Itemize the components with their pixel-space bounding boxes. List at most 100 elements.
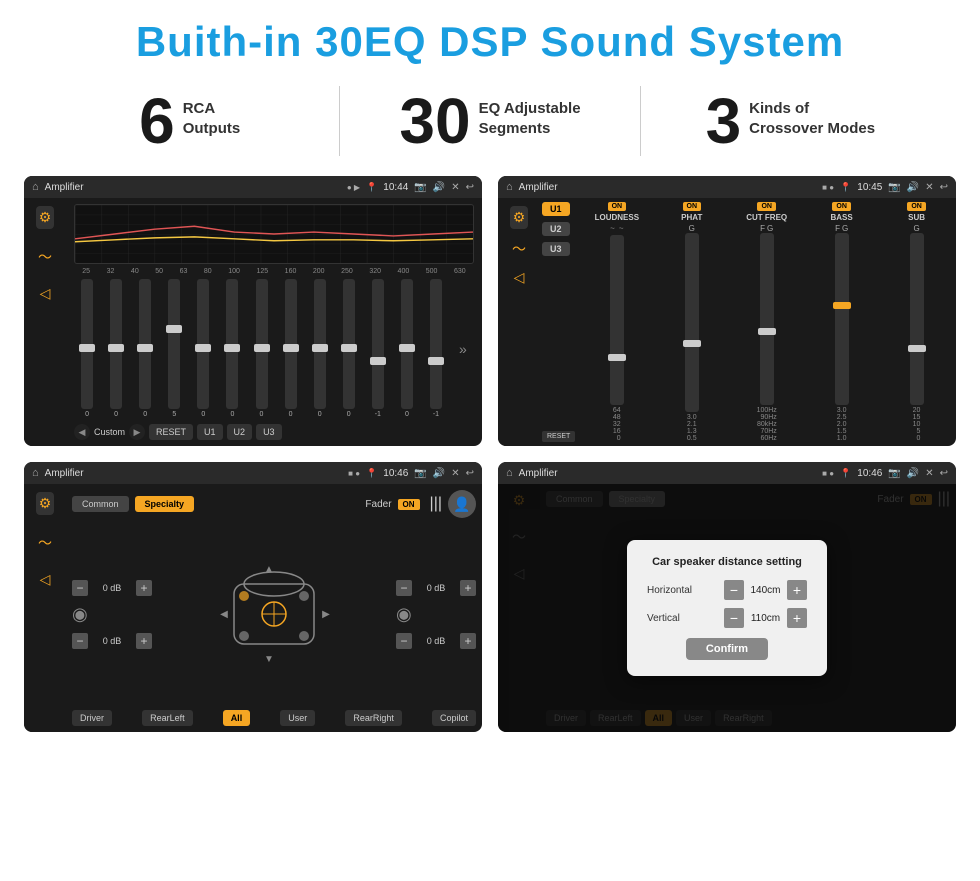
common-mode-button[interactable]: Common xyxy=(72,496,129,512)
pin-icon-1: 📍 xyxy=(366,182,377,193)
ch-label-sub: SUB xyxy=(908,213,925,222)
home-icon-3[interactable]: ⌂ xyxy=(32,467,39,479)
next-preset-button[interactable]: ▶ xyxy=(129,424,145,440)
all-button[interactable]: All xyxy=(223,710,251,726)
db-plus-fr[interactable]: + xyxy=(460,580,476,596)
speaker-icon[interactable]: ◁ xyxy=(40,285,51,302)
db-minus-rl[interactable]: − xyxy=(72,633,88,649)
x-icon-1[interactable]: ✕ xyxy=(451,182,459,193)
wave-icon[interactable]: 〜 xyxy=(38,247,52,267)
rearleft-button[interactable]: RearLeft xyxy=(142,710,193,726)
stat-number-eq: 30 xyxy=(399,89,470,153)
dialog-screen-content: ⚙ 〜 ◁ Common Specialty Fader ON ||| xyxy=(498,484,956,732)
db-plus-rr[interactable]: + xyxy=(460,633,476,649)
wave-icon-2[interactable]: 〜 xyxy=(512,239,526,259)
sub-slider[interactable] xyxy=(910,233,924,405)
x-icon-3[interactable]: ✕ xyxy=(451,468,459,479)
vertical-value: 110cm xyxy=(748,613,783,624)
page-header: Buith-in 30EQ DSP Sound System xyxy=(0,0,980,76)
fader-sidebar: ⚙ 〜 ◁ xyxy=(24,484,66,732)
specialty-mode-button[interactable]: Specialty xyxy=(135,496,195,512)
db-val-fr: 0 dB xyxy=(416,583,456,593)
u3-button-xover[interactable]: U3 xyxy=(542,242,570,256)
eq-slider-11: -1 xyxy=(372,279,384,418)
on-badge-sub: ON xyxy=(907,202,926,211)
fader-left-panel: − 0 dB + ◉ − 0 dB + xyxy=(72,580,152,649)
camera-icon-2: 📷 xyxy=(888,182,900,193)
home-icon-1[interactable]: ⌂ xyxy=(32,181,39,193)
back-icon-3[interactable]: ↩ xyxy=(466,468,474,479)
phat-slider[interactable] xyxy=(685,233,699,412)
eq-slider-13: -1 xyxy=(430,279,442,418)
eq-icon-3[interactable]: ⚙ xyxy=(36,492,55,515)
eq-icon[interactable]: ⚙ xyxy=(36,206,55,229)
screen-eq: ⌂ Amplifier ● ▶ 📍 10:44 📷 🔊 ✕ ↩ ⚙ 〜 ◁ xyxy=(24,176,482,446)
bass-slider[interactable] xyxy=(835,233,849,405)
u2-button-1[interactable]: U2 xyxy=(227,424,253,440)
eq-content: ⚙ 〜 ◁ xyxy=(24,198,482,446)
speaker-icon-3[interactable]: ◁ xyxy=(40,571,51,588)
eq-slider-4: 5 xyxy=(168,279,180,418)
vertical-minus-button[interactable]: − xyxy=(724,608,744,628)
screen-dialog: ⌂ Amplifier ■ ● 📍 10:46 📷 🔊 ✕ ↩ ⚙ 〜 ◁ Co… xyxy=(498,462,956,732)
back-icon-4[interactable]: ↩ xyxy=(940,468,948,479)
app-title-1: Amplifier xyxy=(45,182,341,193)
eq-icon-2[interactable]: ⚙ xyxy=(510,206,529,229)
camera-icon-3: 📷 xyxy=(414,468,426,479)
crossover-main: ON LOUDNESS ~~ 64 48 32 16 0 xyxy=(577,198,956,446)
db-minus-rr[interactable]: − xyxy=(396,633,412,649)
rearright-button[interactable]: RearRight xyxy=(345,710,402,726)
home-icon-2[interactable]: ⌂ xyxy=(506,181,513,193)
crossover-content: ⚙ 〜 ◁ U1 U2 U3 RESET ON LOUDNESS ~~ xyxy=(498,198,956,446)
home-icon-4[interactable]: ⌂ xyxy=(506,467,513,479)
db-control-fr: − 0 dB + xyxy=(396,580,476,596)
driver-button[interactable]: Driver xyxy=(72,710,112,726)
on-badge-cutfreq: ON xyxy=(757,202,776,211)
svg-text:▼: ▼ xyxy=(264,654,274,665)
u3-button-1[interactable]: U3 xyxy=(256,424,282,440)
stat-rca: 6 RCAOutputs xyxy=(60,89,319,153)
eq-sliders-area: 0 0 0 5 0 xyxy=(74,279,474,418)
db-plus-fl[interactable]: + xyxy=(136,580,152,596)
db-minus-fl[interactable]: − xyxy=(72,580,88,596)
expand-icon[interactable]: » xyxy=(459,279,467,418)
page-title: Buith-in 30EQ DSP Sound System xyxy=(20,18,960,66)
stat-eq: 30 EQ AdjustableSegments xyxy=(360,89,619,153)
fader-on-toggle[interactable]: ON xyxy=(398,499,420,510)
avatar-button[interactable]: 👤 xyxy=(448,490,476,518)
user-button[interactable]: User xyxy=(280,710,315,726)
fader-bottom-bar: Driver RearLeft All User RearRight Copil… xyxy=(72,710,476,726)
horizontal-plus-button[interactable]: + xyxy=(787,580,807,600)
x-icon-4[interactable]: ✕ xyxy=(925,468,933,479)
fader-right-panel: − 0 dB + ◉ − 0 dB + xyxy=(396,580,476,649)
vertical-plus-button[interactable]: + xyxy=(787,608,807,628)
u1-button-1[interactable]: U1 xyxy=(197,424,223,440)
loudness-slider[interactable] xyxy=(610,235,624,405)
app-title-4: Amplifier xyxy=(519,468,817,479)
eq-slider-5: 0 xyxy=(197,279,209,418)
speaker-left-icon: ◉ xyxy=(72,604,88,625)
prev-preset-button[interactable]: ◀ xyxy=(74,424,90,440)
x-icon-2[interactable]: ✕ xyxy=(925,182,933,193)
speaker-icon-2[interactable]: ◁ xyxy=(514,269,525,286)
copilot-button[interactable]: Copilot xyxy=(432,710,476,726)
camera-icon-4: 📷 xyxy=(888,468,900,479)
svg-text:▲: ▲ xyxy=(264,564,274,575)
xover-ch-sub: ON SUB G 20151050 xyxy=(881,202,952,442)
reset-button-xover[interactable]: RESET xyxy=(542,431,575,442)
eq-graph xyxy=(74,204,474,264)
vertical-row: Vertical − 110cm + xyxy=(647,608,807,628)
stat-divider-1 xyxy=(339,86,340,156)
stat-text-crossover: Kinds ofCrossover Modes xyxy=(749,89,875,138)
u2-button-xover[interactable]: U2 xyxy=(542,222,570,236)
db-minus-fr[interactable]: − xyxy=(396,580,412,596)
db-plus-rl[interactable]: + xyxy=(136,633,152,649)
back-icon-2[interactable]: ↩ xyxy=(940,182,948,193)
confirm-button[interactable]: Confirm xyxy=(686,638,768,660)
reset-button-1[interactable]: RESET xyxy=(149,424,193,440)
u1-button-xover[interactable]: U1 xyxy=(542,202,570,216)
horizontal-minus-button[interactable]: − xyxy=(724,580,744,600)
wave-icon-3[interactable]: 〜 xyxy=(38,533,52,553)
back-icon-1[interactable]: ↩ xyxy=(466,182,474,193)
cutfreq-slider[interactable] xyxy=(760,233,774,405)
